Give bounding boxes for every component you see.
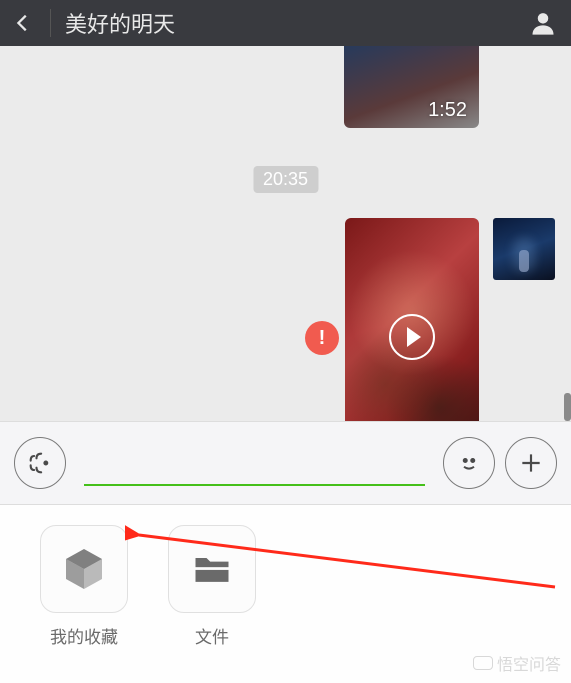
back-button[interactable]	[12, 12, 42, 34]
watermark-text: 悟空问答	[497, 651, 561, 675]
scrollbar-thumb[interactable]	[564, 393, 571, 421]
message-input-bar	[0, 421, 571, 505]
watermark-logo-icon	[473, 656, 493, 670]
play-icon	[389, 314, 435, 360]
files-button[interactable]: 文件	[168, 525, 256, 663]
files-label: 文件	[195, 623, 229, 648]
voice-input-button[interactable]	[14, 437, 66, 489]
smiley-icon	[454, 448, 484, 478]
favorites-button[interactable]: 我的收藏	[40, 525, 128, 663]
arrow-left-icon	[12, 12, 34, 34]
chat-header: 美好的明天	[0, 0, 571, 46]
favorites-icon-box	[40, 525, 128, 613]
more-button[interactable]	[505, 437, 557, 489]
emoji-button[interactable]	[443, 437, 495, 489]
video-message[interactable]: 7:08	[345, 218, 479, 421]
header-divider	[50, 9, 51, 37]
chat-title: 美好的明天	[65, 7, 527, 39]
files-icon-box	[168, 525, 256, 613]
person-icon	[529, 9, 557, 37]
voice-wave-icon	[26, 449, 54, 477]
avatar[interactable]	[493, 218, 555, 280]
watermark: 悟空问答	[473, 651, 561, 675]
cube-icon	[60, 545, 108, 593]
video-duration: 1:52	[428, 99, 467, 122]
video-message[interactable]: 1:52	[344, 46, 479, 128]
profile-button[interactable]	[527, 9, 559, 37]
folder-icon	[190, 547, 234, 591]
timestamp-badge: 20:35	[253, 166, 318, 193]
send-error-icon[interactable]	[305, 321, 339, 355]
text-input[interactable]	[84, 484, 425, 486]
chat-messages-area[interactable]: 1:52 20:35 7:08	[0, 46, 571, 421]
favorites-label: 我的收藏	[50, 623, 118, 648]
attachment-panel: 我的收藏 文件 悟空问答	[0, 505, 571, 683]
plus-icon	[518, 450, 544, 476]
